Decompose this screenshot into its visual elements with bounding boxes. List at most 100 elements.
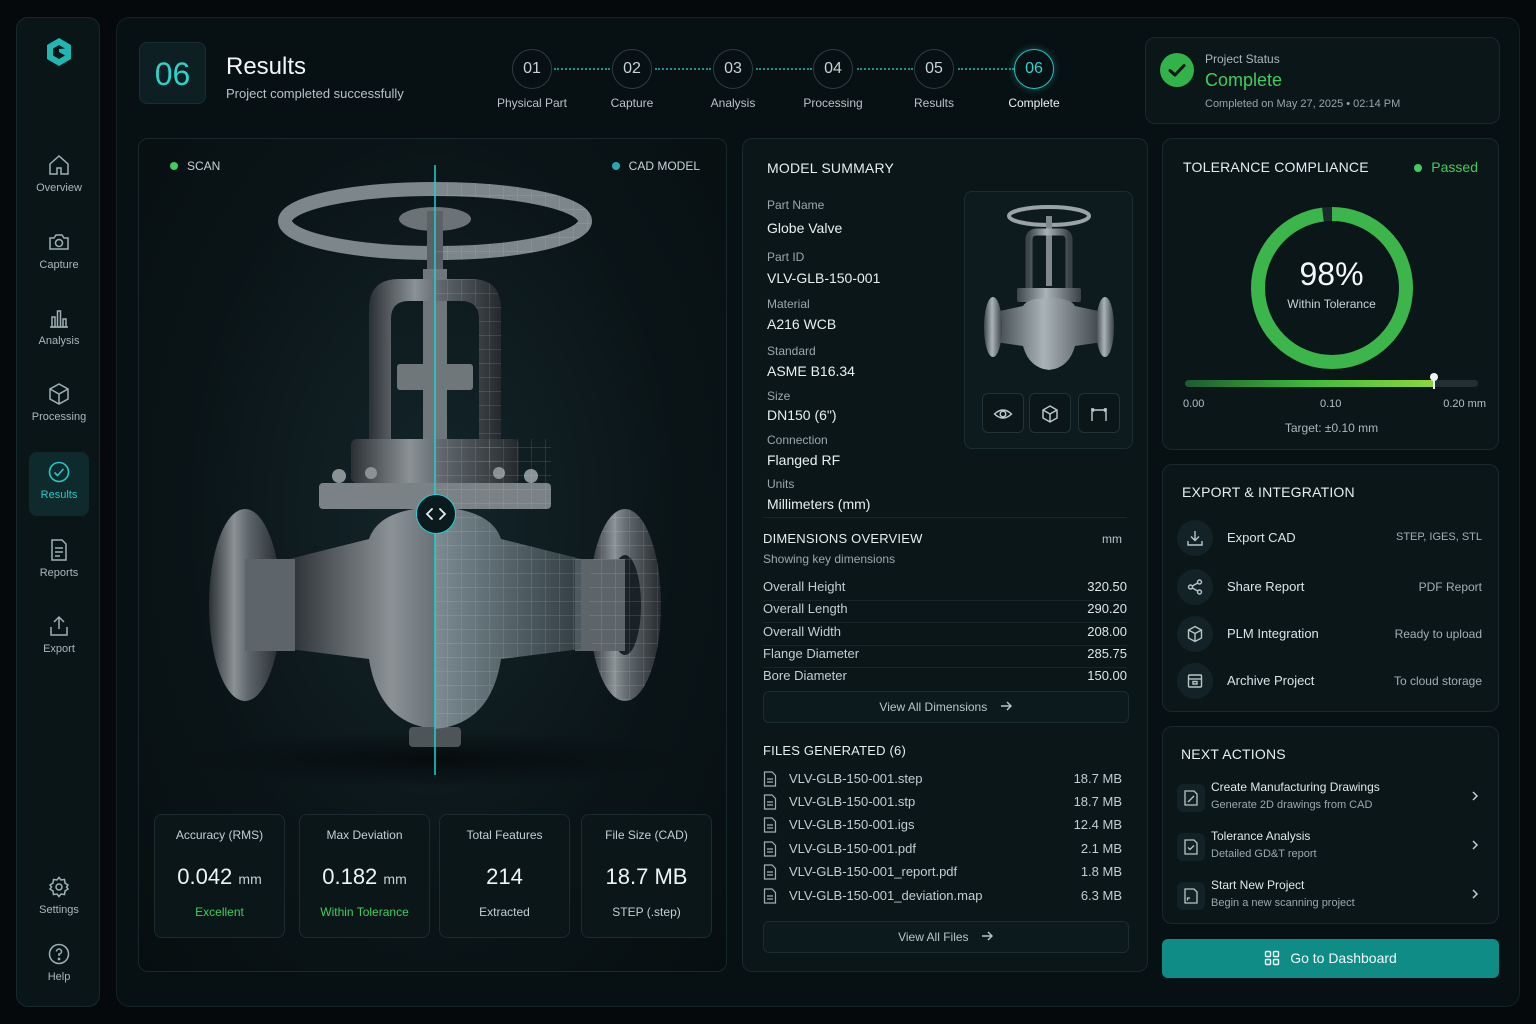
field-label: Part Name	[767, 198, 825, 212]
file-row[interactable]: VLV-GLB-150-001_deviation.map 6.3 MB	[763, 887, 1122, 907]
home-icon	[49, 154, 69, 175]
cube-icon	[1042, 405, 1058, 423]
action-create-drawings[interactable]: Create Manufacturing Drawings Generate 2…	[1177, 780, 1482, 820]
view-all-dimensions-button[interactable]: View All Dimensions	[763, 691, 1129, 723]
measure-icon	[1090, 407, 1108, 421]
file-row[interactable]: VLV-GLB-150-001.step 18.7 MB	[763, 770, 1122, 790]
plm-integration-row[interactable]: PLM Integration Ready to upload	[1177, 616, 1482, 652]
scan-dot-icon	[170, 162, 178, 170]
dimension-row: Flange Diameter 285.75	[763, 646, 1127, 668]
bar-chart-icon	[50, 310, 68, 328]
status-label: Project Status	[1205, 52, 1280, 66]
archive-project-row[interactable]: Archive Project To cloud storage	[1177, 663, 1482, 699]
valve-thumbnail-image	[984, 205, 1114, 370]
file-icon	[763, 794, 777, 810]
eye-icon	[993, 409, 1013, 419]
step-analysis[interactable]: 03 Analysis	[678, 49, 788, 110]
new-project-icon	[1177, 882, 1205, 910]
model-summary-panel: MODEL SUMMARY Part Name Globe Valve Part…	[742, 138, 1148, 972]
sidebar-item-label: Help	[47, 971, 71, 983]
metric-label: Accuracy (RMS)	[175, 828, 264, 842]
step-results[interactable]: 05 Results	[879, 49, 989, 110]
help-icon	[48, 943, 70, 965]
export-item-name: Export CAD	[1227, 530, 1296, 545]
view-toggle-button[interactable]	[982, 393, 1024, 433]
camera-icon	[49, 234, 69, 250]
arrow-right-icon	[1000, 701, 1012, 711]
3d-view-button[interactable]	[1029, 393, 1071, 433]
dimension-row: Overall Width 208.00	[763, 624, 1127, 646]
field-label: Size	[767, 389, 791, 403]
action-subtitle: Begin a new scanning project	[1211, 897, 1355, 909]
sidebar-item-export[interactable]: Export	[29, 606, 89, 670]
gear-icon	[48, 876, 70, 898]
action-title: Tolerance Analysis	[1211, 829, 1311, 843]
step-physical-part[interactable]: 01 Physical Part	[477, 49, 587, 110]
sidebar-item-help[interactable]: Help	[29, 934, 89, 998]
file-row[interactable]: VLV-GLB-150-001.pdf 2.1 MB	[763, 840, 1122, 860]
metric-total-features: Total Features 214 Extracted	[439, 814, 570, 938]
model-summary-title: MODEL SUMMARY	[767, 160, 895, 176]
view-all-files-button[interactable]: View All Files	[763, 921, 1129, 953]
download-icon	[1177, 520, 1213, 556]
sidebar-item-settings[interactable]: Settings	[29, 867, 89, 931]
cad-legend: CAD MODEL	[611, 159, 700, 173]
step-label: Capture	[610, 96, 654, 110]
step-number: 06	[1014, 49, 1054, 89]
action-title: Create Manufacturing Drawings	[1211, 780, 1380, 794]
action-start-new-project[interactable]: Start New Project Begin a new scanning p…	[1177, 878, 1482, 918]
valve-model-render[interactable]	[139, 139, 728, 819]
tolerance-scale-fill	[1185, 380, 1435, 387]
model-thumbnail	[964, 191, 1133, 449]
export-cad-row[interactable]: Export CAD STEP, IGES, STL	[1177, 520, 1482, 556]
export-item-name: Archive Project	[1227, 673, 1315, 688]
sidebar-item-analysis[interactable]: Analysis	[29, 298, 89, 362]
archive-icon	[1177, 663, 1213, 699]
go-to-dashboard-button[interactable]: Go to Dashboard	[1162, 939, 1499, 978]
scan-legend: SCAN	[170, 159, 220, 173]
sidebar-item-label: Overview	[36, 182, 82, 194]
metric-value: 18.7 MB	[605, 864, 688, 889]
measure-button[interactable]	[1078, 393, 1120, 433]
cube-icon	[49, 383, 69, 405]
sidebar-item-capture[interactable]: Capture	[29, 222, 89, 286]
status-value: Complete	[1205, 70, 1283, 90]
project-status-card: Project Status Complete Completed on May…	[1145, 37, 1500, 124]
compare-slider-handle[interactable]	[416, 494, 456, 534]
field-value: Flanged RF	[767, 452, 841, 468]
step-complete[interactable]: 06 Complete	[979, 49, 1089, 110]
check-circle-icon	[48, 461, 70, 483]
arrow-right-icon	[981, 931, 993, 941]
metric-value: 0.042 mm	[177, 864, 262, 889]
step-label: Complete	[1008, 96, 1060, 110]
metric-sub: Extracted	[479, 905, 530, 919]
step-number: 02	[612, 49, 652, 89]
scale-tick-min: 0.00	[1183, 398, 1205, 410]
divider	[763, 517, 1127, 518]
next-actions-title: NEXT ACTIONS	[1181, 746, 1286, 762]
share-report-row[interactable]: Share Report PDF Report	[1177, 569, 1482, 605]
file-icon	[763, 888, 777, 904]
file-row[interactable]: VLV-GLB-150-001.stp 18.7 MB	[763, 793, 1122, 813]
page-title: Results	[226, 53, 307, 80]
status-check-icon	[1160, 53, 1194, 87]
app-logo-icon[interactable]	[45, 36, 73, 68]
sidebar-item-results[interactable]: Results	[29, 452, 89, 516]
scan-cad-viewer[interactable]: SCAN CAD MODEL Accuracy (RMS) 0.042 mm E…	[138, 138, 727, 972]
page-subtitle: Project completed successfully	[226, 86, 404, 101]
dimensions-unit: mm	[1102, 532, 1122, 546]
export-item-name: PLM Integration	[1227, 626, 1319, 641]
file-row[interactable]: VLV-GLB-150-001.igs 12.4 MB	[763, 816, 1122, 836]
chevron-right-icon	[1472, 840, 1479, 850]
action-tolerance-analysis[interactable]: Tolerance Analysis Detailed GD&T report	[1177, 829, 1482, 869]
metric-sub: Excellent	[195, 905, 244, 919]
step-processing[interactable]: 04 Processing	[778, 49, 888, 110]
sidebar-item-processing[interactable]: Processing	[29, 374, 89, 438]
sidebar-item-label: Export	[43, 643, 75, 655]
sidebar-item-overview[interactable]: Overview	[29, 145, 89, 209]
sidebar-item-reports[interactable]: Reports	[29, 530, 89, 594]
file-row[interactable]: VLV-GLB-150-001_report.pdf 1.8 MB	[763, 863, 1122, 883]
action-subtitle: Generate 2D drawings from CAD	[1211, 799, 1373, 811]
button-label: View All Files	[898, 930, 969, 944]
step-capture[interactable]: 02 Capture	[577, 49, 687, 110]
